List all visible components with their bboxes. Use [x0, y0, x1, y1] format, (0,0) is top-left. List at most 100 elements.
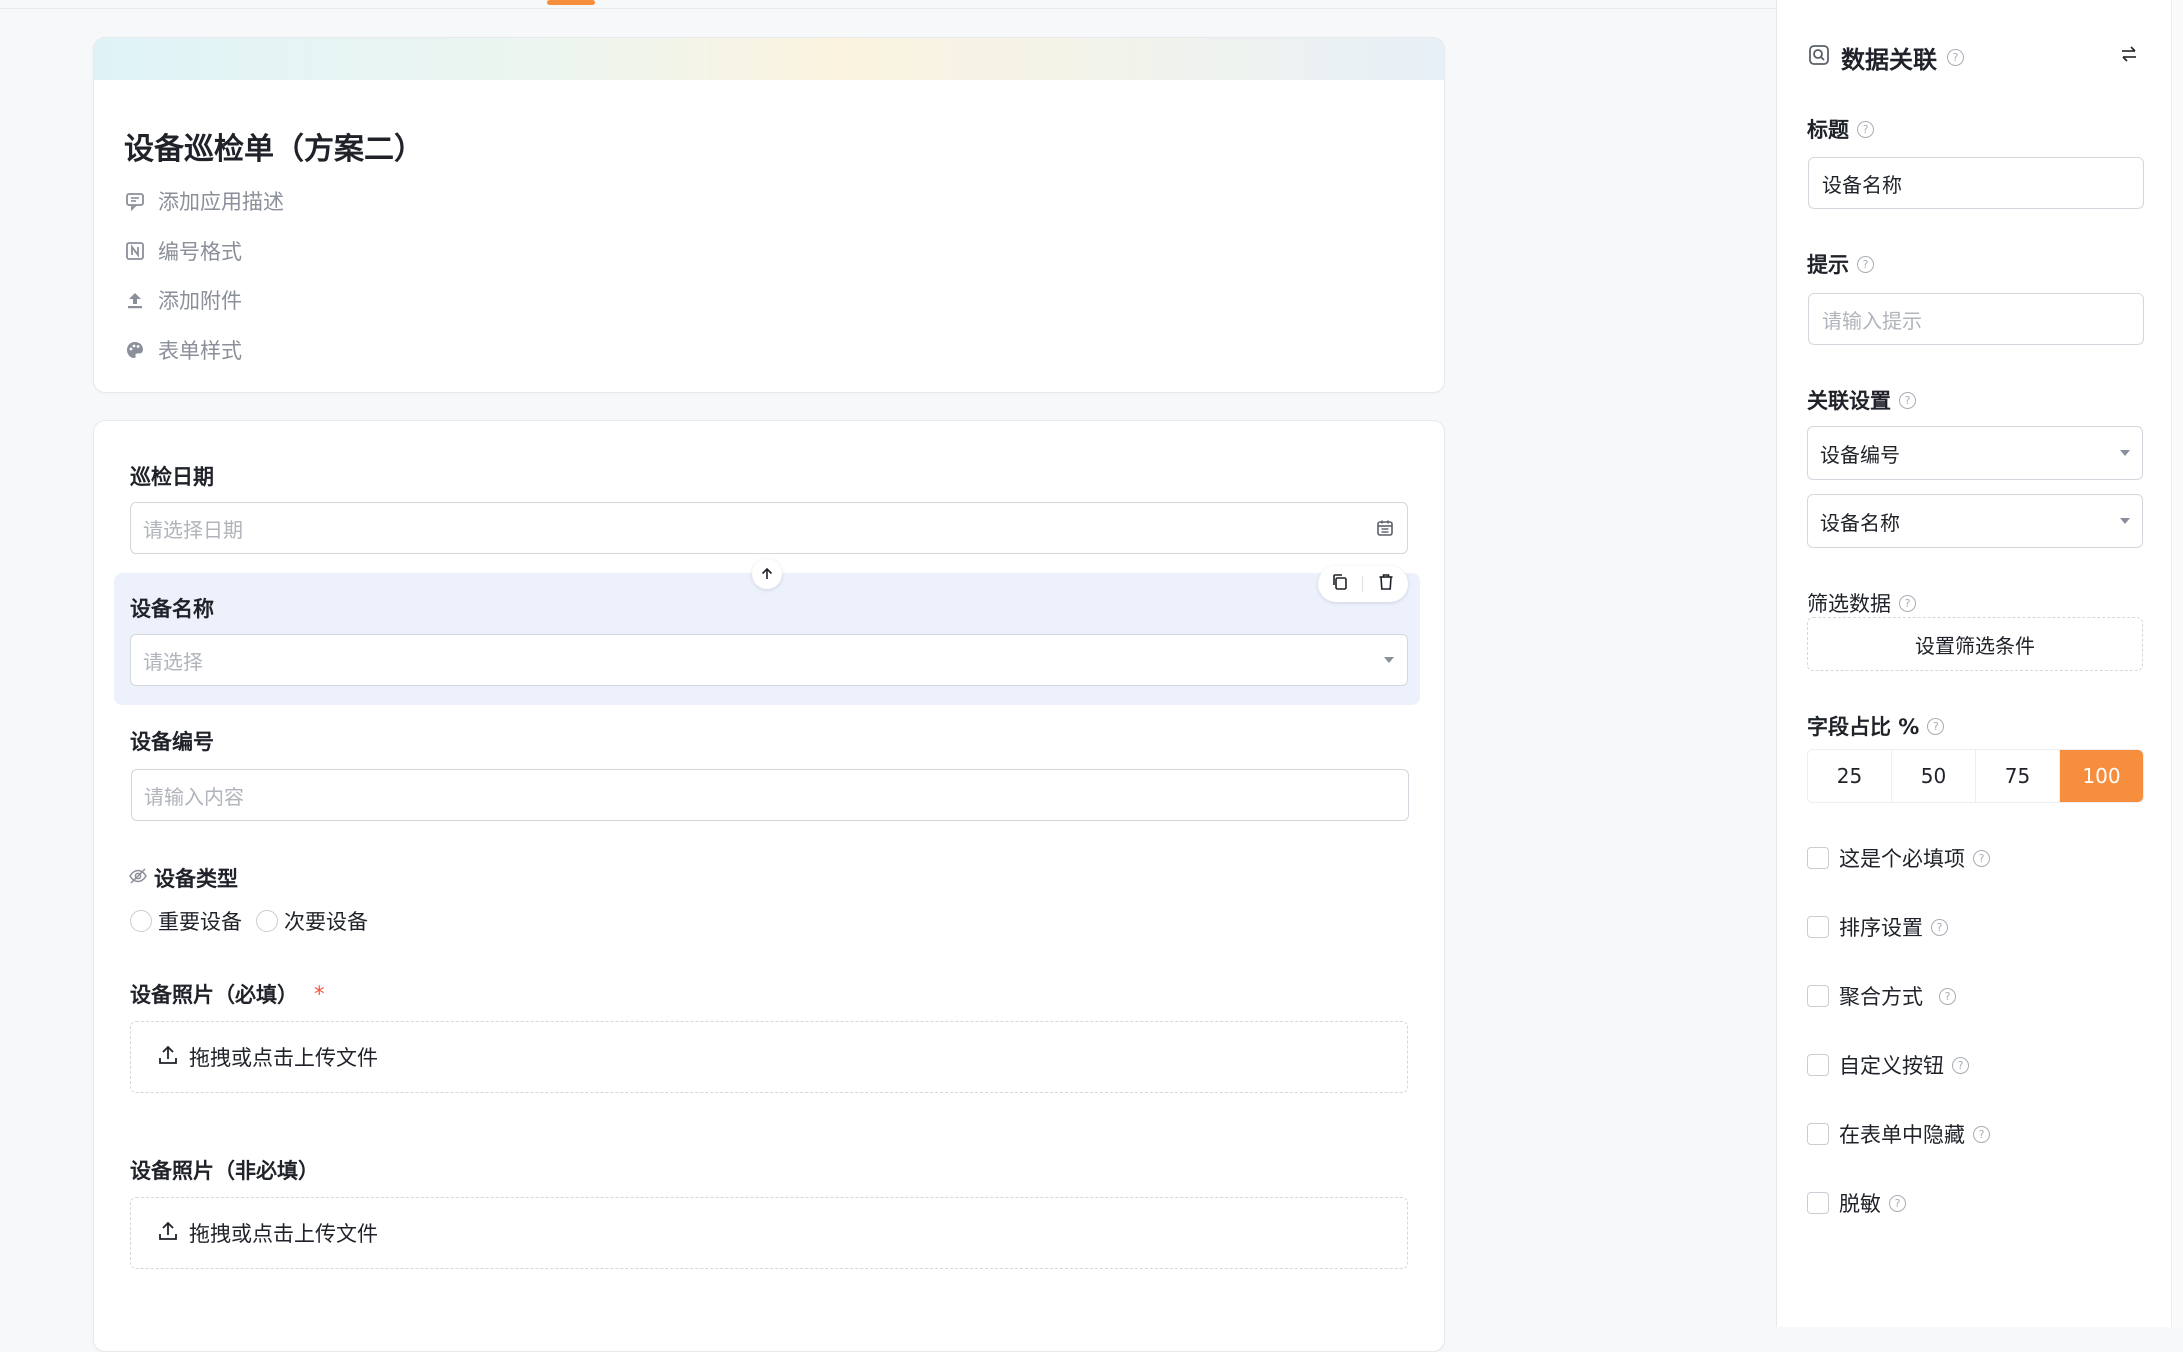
photo-required-upload-text: 拖拽或点击上传文件: [189, 1046, 378, 1070]
help-icon[interactable]: ?: [1927, 717, 1945, 735]
assoc-field-value: 设备名称: [1820, 510, 1900, 535]
chevron-down-icon: [2120, 450, 2130, 456]
photo-required-label-text: 设备照片（必填）: [130, 983, 298, 1007]
hint-prop-label: 提示 ?: [1807, 249, 1874, 279]
assoc-form-select[interactable]: 设备编号: [1807, 426, 2143, 480]
calendar-icon[interactable]: [1375, 518, 1395, 538]
checkbox[interactable]: [1807, 847, 1829, 869]
panel-title: 数据关联: [1841, 46, 1937, 74]
checkbox[interactable]: [1807, 916, 1829, 938]
sort-checkbox-label: 排序设置: [1839, 916, 1923, 940]
help-icon[interactable]: ?: [1947, 49, 1964, 66]
ratio-option-100[interactable]: 100: [2060, 750, 2143, 802]
help-icon[interactable]: ?: [1857, 255, 1874, 273]
custom-button-checkbox-row[interactable]: 自定义按钮 ?: [1807, 1050, 1969, 1080]
form-header-card: 设备巡检单（方案二） 添加应用描述 编号格式 添加附件 表单样式: [93, 37, 1445, 393]
hint-input-placeholder: 请输入提示: [1822, 308, 1922, 333]
date-label-text: 巡检日期: [130, 465, 214, 489]
active-tab-indicator: [547, 0, 595, 5]
panel-header: 数据关联 ?: [1807, 40, 1964, 75]
radio-circle[interactable]: [256, 910, 278, 932]
radio-secondary-device[interactable]: 次要设备: [256, 906, 368, 936]
data-link-icon: [1807, 43, 1831, 73]
help-icon[interactable]: ?: [1952, 1056, 1969, 1074]
assoc-prop-label: 关联设置 ?: [1807, 385, 1916, 415]
title-input-value: 设备名称: [1822, 172, 1902, 197]
photo-optional-label-text: 设备照片（非必填）: [130, 1159, 319, 1183]
assoc-field-select[interactable]: 设备名称: [1807, 494, 2143, 548]
swap-icon: [2119, 44, 2139, 68]
photo-required-field-label: 设备照片（必填） *: [130, 979, 325, 1009]
radio-circle[interactable]: [130, 910, 152, 932]
device-type-label-text: 设备类型: [154, 867, 238, 891]
palette-icon: [124, 339, 146, 361]
device-type-radio-group: 重要设备 次要设备: [130, 906, 382, 936]
add-description-label: 添加应用描述: [158, 190, 284, 214]
required-checkbox-row[interactable]: 这是个必填项 ?: [1807, 843, 1990, 873]
photo-optional-upload-area[interactable]: 拖拽或点击上传文件: [130, 1197, 1408, 1269]
hide-in-form-checkbox-row[interactable]: 在表单中隐藏 ?: [1807, 1119, 1990, 1149]
help-icon[interactable]: ?: [1899, 391, 1916, 409]
switch-field-type-button[interactable]: [2115, 42, 2143, 70]
assoc-prop-text: 关联设置: [1807, 389, 1891, 413]
sort-checkbox-row[interactable]: 排序设置 ?: [1807, 912, 1948, 942]
form-style-label: 表单样式: [158, 339, 242, 363]
radio-important-device[interactable]: 重要设备: [130, 906, 242, 936]
help-icon[interactable]: ?: [1973, 849, 1990, 867]
aggregate-checkbox-row[interactable]: 聚合方式 ?: [1807, 981, 1956, 1011]
date-field-label: 巡检日期: [130, 461, 214, 491]
field-width-ratio-group: 25 50 75 100: [1807, 749, 2144, 803]
hint-input[interactable]: 请输入提示: [1808, 293, 2144, 345]
device-name-label-text: 设备名称: [130, 597, 214, 621]
aggregate-checkbox-label: 聚合方式: [1839, 985, 1923, 1009]
help-icon[interactable]: ?: [1931, 918, 1948, 936]
device-name-select[interactable]: 请选择: [130, 634, 1408, 686]
filter-prop-text: 筛选数据: [1807, 592, 1891, 616]
radio-important-label: 重要设备: [158, 910, 242, 934]
title-input[interactable]: 设备名称: [1808, 157, 2144, 209]
panel-scrollbar[interactable]: [2171, 0, 2183, 1327]
properties-panel: 数据关联 ? 标题 ? 设备名称 提示 ? 请输入提示 关联设置 ? 设备编号 …: [1776, 0, 2172, 1327]
numbering-icon: [124, 240, 146, 262]
help-icon[interactable]: ?: [1973, 1125, 1990, 1143]
move-field-up-button[interactable]: [752, 559, 782, 589]
custom-button-checkbox-label: 自定义按钮: [1839, 1054, 1944, 1078]
checkbox[interactable]: [1807, 985, 1829, 1007]
numbering-format-link[interactable]: 编号格式: [124, 236, 242, 266]
checkbox[interactable]: [1807, 1054, 1829, 1076]
filter-prop-label: 筛选数据 ?: [1807, 588, 1916, 618]
set-filter-button[interactable]: 设置筛选条件: [1807, 617, 2143, 671]
device-no-input[interactable]: 请输入内容: [131, 769, 1409, 821]
upload-icon: [157, 1044, 179, 1071]
page-title[interactable]: 设备巡检单（方案二）: [124, 124, 424, 168]
add-attachment-link[interactable]: 添加附件: [124, 285, 242, 315]
upload-icon: [157, 1220, 179, 1247]
desensitize-checkbox-row[interactable]: 脱敏 ?: [1807, 1188, 1906, 1218]
hide-in-form-checkbox-label: 在表单中隐藏: [1839, 1123, 1965, 1147]
toolbar-divider: [1362, 576, 1364, 592]
help-icon[interactable]: ?: [1899, 594, 1916, 612]
form-style-link[interactable]: 表单样式: [124, 335, 242, 365]
ratio-option-50[interactable]: 50: [1892, 750, 1976, 802]
device-type-field-label: 设备类型: [128, 863, 238, 893]
ratio-option-75[interactable]: 75: [1976, 750, 2060, 802]
add-description-link[interactable]: 添加应用描述: [124, 186, 284, 216]
header-banner: [94, 38, 1444, 80]
help-icon[interactable]: ?: [1939, 987, 1956, 1005]
checkbox[interactable]: [1807, 1123, 1829, 1145]
delete-icon[interactable]: [1377, 573, 1395, 595]
checkbox[interactable]: [1807, 1192, 1829, 1214]
chevron-down-icon: [1383, 656, 1395, 664]
ratio-prop-label: 字段占比 % ?: [1807, 711, 1945, 741]
help-icon[interactable]: ?: [1889, 1194, 1906, 1212]
help-icon[interactable]: ?: [1857, 120, 1874, 138]
comment-icon: [124, 190, 146, 212]
ratio-prop-text: 字段占比 %: [1807, 715, 1920, 739]
photo-optional-field-label: 设备照片（非必填）: [130, 1155, 319, 1185]
copy-icon[interactable]: [1331, 573, 1349, 595]
date-picker-input[interactable]: 请选择日期: [130, 502, 1408, 554]
chevron-down-icon: [2120, 518, 2130, 524]
ratio-option-25[interactable]: 25: [1808, 750, 1892, 802]
numbering-format-label: 编号格式: [158, 240, 242, 264]
photo-required-upload-area[interactable]: 拖拽或点击上传文件: [130, 1021, 1408, 1093]
